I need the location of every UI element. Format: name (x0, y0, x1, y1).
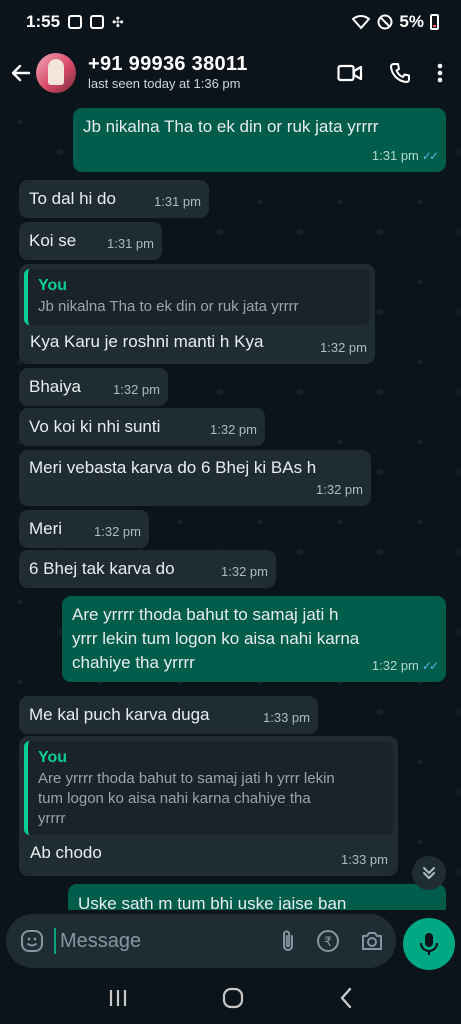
message-incoming[interactable]: Bhaiya 1:32 pm (19, 368, 168, 406)
message-text: Ab chodo (30, 843, 102, 862)
video-call-icon[interactable] (337, 63, 363, 83)
message-text: Me kal puch karva duga (29, 705, 210, 724)
dnd-icon (377, 14, 393, 30)
message-time: 1:33 pm (263, 710, 310, 725)
double-chevron-down-icon (423, 867, 435, 879)
message-input[interactable]: Message (54, 928, 280, 954)
message-composer: Message ₹ (0, 910, 461, 972)
grid-notification-icon: ✣ (112, 13, 124, 30)
message-text: Meri (29, 519, 63, 538)
header-actions (337, 62, 443, 84)
message-outgoing[interactable]: Are yrrrr thoda bahut to samaj jati h yr… (62, 596, 446, 682)
quoted-text-line: tum logon ko aisa nahi karna chahiye tha (38, 790, 311, 807)
message-text: Uske sath m tum bhi uske jaise ban (78, 894, 347, 910)
message-text-line: Are yrrrr thoda bahut to samaj jati h (72, 605, 339, 624)
contact-avatar[interactable] (36, 53, 76, 93)
quoted-message[interactable]: You Jb nikalna Tha to ek din or ruk jata… (24, 269, 370, 325)
attach-icon[interactable] (280, 929, 296, 953)
message-incoming[interactable]: Meri 1:32 pm (19, 510, 149, 548)
quoted-text-line: yrrrr (38, 810, 66, 827)
chat-messages[interactable]: Jb nikalna Tha to ek din or ruk jata yrr… (0, 102, 461, 910)
message-time: 1:33 pm (341, 852, 388, 867)
message-input-container[interactable]: Message ₹ (6, 914, 396, 968)
message-time: 1:32 pm (210, 422, 257, 437)
quoted-author: You (38, 277, 68, 294)
more-options-icon[interactable] (437, 62, 443, 84)
message-time: 1:32 pm (221, 564, 268, 579)
message-text: 6 Bhej tak karva do (29, 559, 175, 578)
scroll-to-bottom-button[interactable] (412, 856, 446, 890)
message-time: 1:31 pm (154, 194, 201, 209)
gallery-notification-icon (68, 15, 83, 29)
back-button[interactable] (6, 59, 34, 87)
battery-icon (430, 14, 439, 30)
wifi-icon (352, 15, 371, 30)
message-time: 1:31 pm (107, 236, 154, 251)
message-outgoing[interactable]: Jb nikalna Tha to ek din or ruk jata yrr… (73, 108, 446, 172)
voice-call-icon[interactable] (389, 62, 411, 84)
back-arrow-icon (11, 64, 31, 82)
status-left: 1:55 ✣ (26, 12, 124, 32)
status-time: 1:55 (26, 12, 61, 31)
message-text: Jb nikalna Tha to ek din or ruk jata yrr… (83, 117, 379, 136)
message-time: 1:32 pm (320, 340, 367, 355)
app-notification-icon (90, 15, 105, 29)
message-incoming[interactable]: Me kal puch karva duga 1:33 pm (19, 696, 318, 734)
voice-message-button[interactable] (403, 918, 455, 970)
composer-actions: ₹ (280, 929, 384, 953)
message-incoming[interactable]: Vo koi ki nhi sunti 1:32 pm (19, 408, 265, 446)
recent-apps-icon[interactable] (107, 988, 129, 1008)
message-text-line: yrrr lekin tum logon ko aisa nahi karna (72, 629, 360, 648)
message-text: Vo koi ki nhi sunti (29, 417, 161, 436)
back-nav-icon[interactable] (338, 987, 354, 1009)
message-text: Koi se (29, 231, 77, 250)
message-incoming-reply[interactable]: You Are yrrrr thoda bahut to samaj jati … (19, 736, 398, 876)
read-receipt-icon: ✓✓ (421, 659, 439, 673)
last-seen-status: last seen today at 1:36 pm (88, 76, 241, 91)
message-time: 1:32 pm (316, 482, 363, 497)
chat-header: +91 99936 38011 last seen today at 1:36 … (0, 44, 461, 102)
message-text: To dal hi do (29, 189, 116, 208)
quoted-text: Jb nikalna Tha to ek din or ruk jata yrr… (38, 298, 299, 315)
message-text: Bhaiya (29, 377, 81, 396)
contact-info[interactable]: +91 99936 38011 last seen today at 1:36 … (88, 53, 337, 93)
camera-icon[interactable] (360, 930, 384, 952)
message-outgoing[interactable]: Uske sath m tum bhi uske jaise ban (68, 884, 446, 910)
svg-text:₹: ₹ (324, 935, 332, 950)
message-time: 1:32 pm (371, 658, 419, 673)
status-right: 5% (351, 12, 439, 32)
message-text: Meri vebasta karva do 6 Bhej ki BAs h (29, 458, 317, 477)
status-bar: 1:55 ✣ 5% (0, 0, 461, 44)
quoted-author: You (38, 749, 68, 766)
message-incoming[interactable]: To dal hi do 1:31 pm (19, 180, 209, 218)
message-time: 1:32 pm (94, 524, 141, 539)
quoted-message[interactable]: You Are yrrrr thoda bahut to samaj jati … (24, 741, 393, 835)
payment-rupee-icon[interactable]: ₹ (316, 929, 340, 953)
message-incoming[interactable]: 6 Bhej tak karva do 1:32 pm (19, 550, 276, 588)
message-time: 1:31 pm (371, 148, 419, 163)
battery-percent: 5% (399, 12, 424, 31)
message-text: Kya Karu je roshni manti h Kya (30, 332, 264, 351)
microphone-icon (419, 933, 439, 955)
message-incoming-reply[interactable]: You Jb nikalna Tha to ek din or ruk jata… (19, 264, 375, 364)
message-incoming[interactable]: Koi se 1:31 pm (19, 222, 162, 260)
system-navigation-bar (0, 972, 461, 1024)
home-icon[interactable] (222, 987, 244, 1009)
emoji-sticker-icon[interactable] (20, 929, 44, 953)
read-receipt-icon: ✓✓ (421, 149, 439, 163)
contact-name: +91 99936 38011 (88, 53, 248, 75)
message-time: 1:32 pm (113, 382, 160, 397)
message-incoming[interactable]: Meri vebasta karva do 6 Bhej ki BAs h 1:… (19, 450, 371, 506)
quoted-text-line: Are yrrrr thoda bahut to samaj jati h yr… (38, 770, 335, 787)
